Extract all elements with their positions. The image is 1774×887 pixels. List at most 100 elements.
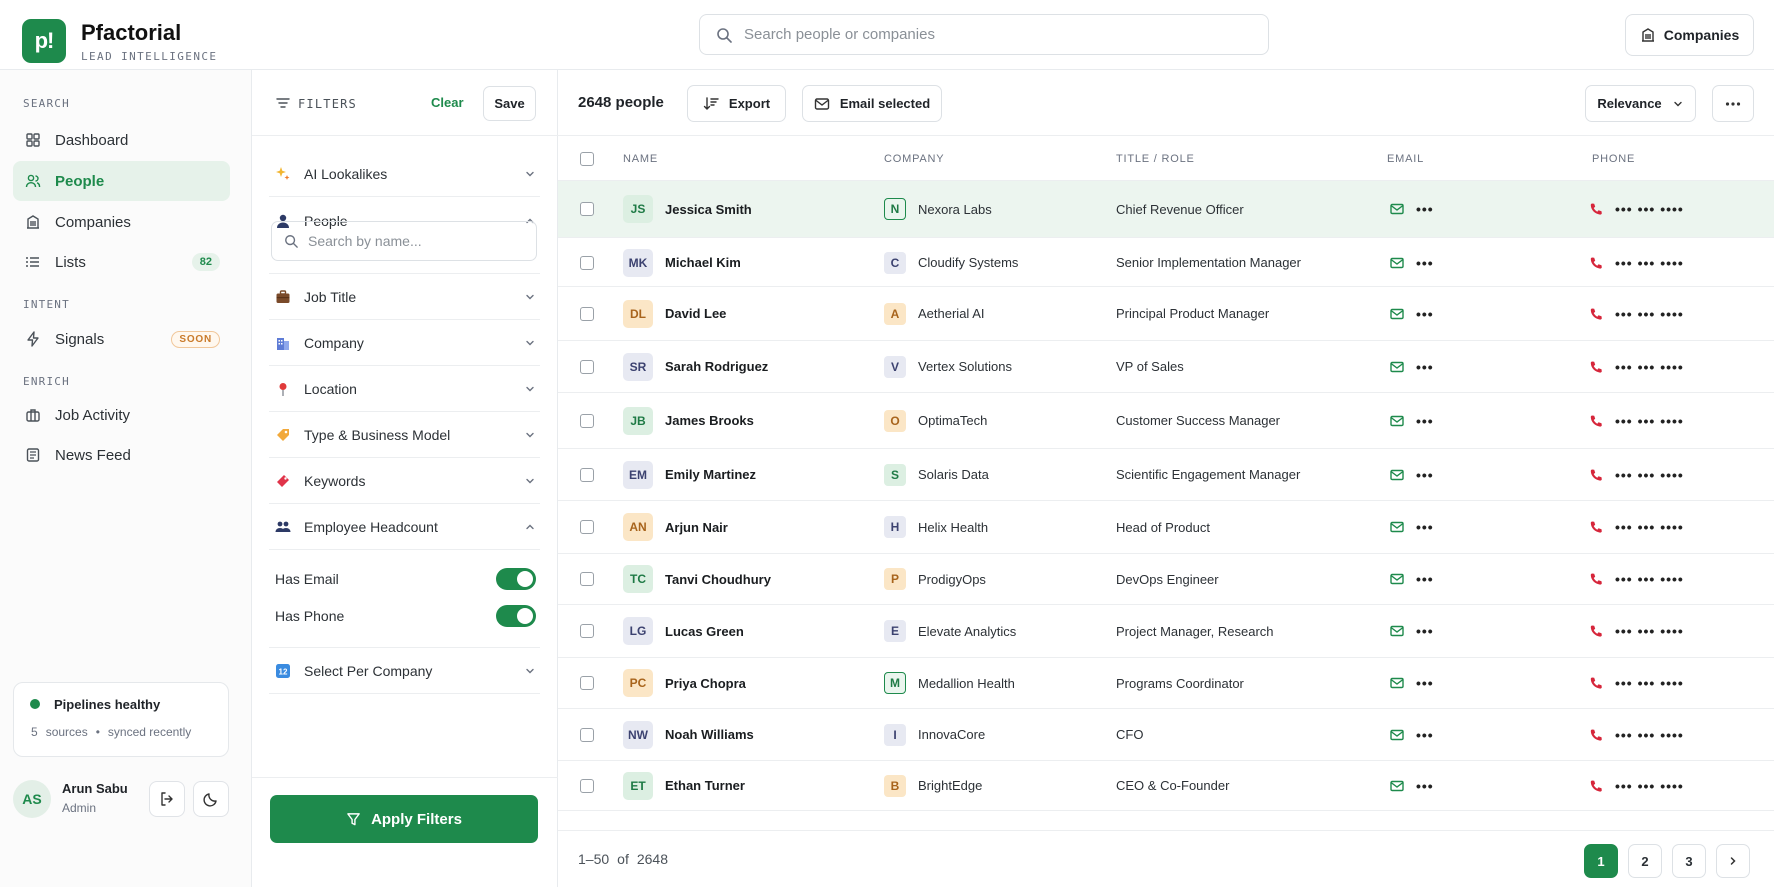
sidebar-item-news-feed[interactable]: News Feed — [13, 435, 230, 475]
sort-dropdown[interactable]: Relevance — [1585, 85, 1696, 122]
has-phone-toggle[interactable] — [496, 605, 536, 627]
table-row[interactable]: PC Priya Chopra M Medallion Health Programs … — [558, 658, 1774, 709]
filter-company[interactable]: Company — [269, 320, 540, 366]
name-search-field[interactable] — [271, 221, 537, 261]
company-cell[interactable]: H Helix Health — [884, 501, 988, 553]
company-name[interactable]: Cloudify Systems — [918, 255, 1018, 270]
sidebar-item-companies[interactable]: Companies — [13, 202, 230, 242]
has-email-toggle[interactable] — [496, 568, 536, 590]
person-name[interactable]: Lucas Green — [665, 624, 744, 639]
person-cell[interactable]: JB James Brooks — [623, 393, 754, 448]
row-checkbox[interactable] — [580, 341, 594, 392]
person-cell[interactable]: TC Tanvi Choudhury — [623, 554, 771, 604]
company-cell[interactable]: M Medallion Health — [884, 658, 1015, 708]
email-cell[interactable]: ••• — [1390, 449, 1434, 500]
filter-ai-lookalikes[interactable]: AI Lookalikes — [269, 151, 540, 197]
row-checkbox[interactable] — [580, 393, 594, 448]
company-name[interactable]: Medallion Health — [918, 676, 1015, 691]
person-cell[interactable]: ET Ethan Turner — [623, 761, 745, 810]
email-cell[interactable]: ••• — [1390, 287, 1434, 340]
person-cell[interactable]: JS Jessica Smith — [623, 181, 752, 237]
global-search[interactable] — [699, 14, 1269, 55]
email-cell[interactable]: ••• — [1390, 501, 1434, 553]
row-checkbox[interactable] — [580, 761, 594, 810]
email-cell[interactable]: ••• — [1390, 605, 1434, 657]
company-cell[interactable]: C Cloudify Systems — [884, 239, 1018, 286]
person-cell[interactable]: LG Lucas Green — [623, 605, 744, 657]
person-name[interactable]: Priya Chopra — [665, 676, 746, 691]
person-cell[interactable]: PC Priya Chopra — [623, 658, 746, 708]
person-cell[interactable]: NW Noah Williams — [623, 709, 754, 760]
table-row[interactable]: AN Arjun Nair H Helix Health Head of Product… — [558, 501, 1774, 554]
person-cell[interactable]: MK Michael Kim — [623, 239, 741, 286]
table-row[interactable]: EM Emily Martinez S Solaris Data Scientific … — [558, 449, 1774, 501]
company-cell[interactable]: A Aetherial AI — [884, 287, 985, 340]
row-checkbox[interactable] — [580, 501, 594, 553]
theme-toggle-button[interactable] — [193, 781, 229, 817]
person-cell[interactable]: AN Arjun Nair — [623, 501, 728, 553]
sidebar-item-job-activity[interactable]: Job Activity — [13, 395, 230, 435]
person-name[interactable]: David Lee — [665, 306, 726, 321]
person-name[interactable]: Ethan Turner — [665, 778, 745, 793]
brand-logo[interactable]: p! — [22, 19, 66, 63]
table-row[interactable]: JS Jessica Smith N Nexora Labs Chief Revenue… — [558, 181, 1774, 238]
person-name[interactable]: Noah Williams — [665, 727, 754, 742]
table-row[interactable]: LG Lucas Green E Elevate Analytics Project M… — [558, 605, 1774, 658]
company-name[interactable]: BrightEdge — [918, 778, 982, 793]
sidebar-item-people[interactable]: People — [13, 161, 230, 201]
clear-filters-button[interactable]: Clear — [431, 95, 464, 110]
company-cell[interactable]: V Vertex Solutions — [884, 341, 1012, 392]
row-checkbox[interactable] — [580, 709, 594, 760]
export-button[interactable]: Export — [687, 85, 786, 122]
search-input[interactable] — [744, 26, 1244, 43]
company-cell[interactable]: B BrightEdge — [884, 761, 982, 810]
company-name[interactable]: Solaris Data — [918, 467, 989, 482]
company-name[interactable]: Nexora Labs — [918, 202, 992, 217]
column-header-title[interactable]: TITLE / ROLE — [1116, 136, 1195, 181]
page-button-3[interactable]: 3 — [1672, 844, 1706, 878]
company-cell[interactable]: O OptimaTech — [884, 393, 987, 448]
email-cell[interactable]: ••• — [1390, 554, 1434, 604]
page-button-1[interactable]: 1 — [1584, 844, 1618, 878]
phone-cell[interactable]: ••• ••• •••• — [1589, 554, 1684, 604]
company-name[interactable]: Vertex Solutions — [918, 359, 1012, 374]
column-header-name[interactable]: NAME — [623, 136, 658, 181]
person-name[interactable]: Tanvi Choudhury — [665, 572, 771, 587]
email-selected-button[interactable]: Email selected — [802, 85, 942, 122]
company-cell[interactable]: P ProdigyOps — [884, 554, 986, 604]
row-checkbox[interactable] — [580, 181, 594, 237]
page-button-2[interactable]: 2 — [1628, 844, 1662, 878]
table-row[interactable]: NW Noah Williams I InnovaCore CFO ••• ••• ••• … — [558, 709, 1774, 761]
logout-button[interactable] — [149, 781, 185, 817]
email-cell[interactable]: ••• — [1390, 181, 1434, 237]
phone-cell[interactable]: ••• ••• •••• — [1589, 239, 1684, 286]
company-cell[interactable]: S Solaris Data — [884, 449, 989, 500]
sidebar-item-lists[interactable]: Lists 82 — [13, 242, 230, 282]
email-cell[interactable]: ••• — [1390, 709, 1434, 760]
company-name[interactable]: ProdigyOps — [918, 572, 986, 587]
row-checkbox[interactable] — [580, 605, 594, 657]
phone-cell[interactable]: ••• ••• •••• — [1589, 501, 1684, 553]
filter-select-per-company[interactable]: 12 Select Per Company — [269, 648, 540, 694]
company-name[interactable]: Aetherial AI — [918, 306, 985, 321]
companies-button[interactable]: Companies — [1625, 14, 1754, 56]
table-row[interactable]: MK Michael Kim C Cloudify Systems Senior Imp… — [558, 239, 1774, 287]
sidebar-item-dashboard[interactable]: Dashboard — [13, 120, 230, 160]
filter-location[interactable]: Location — [269, 366, 540, 412]
select-all-checkbox[interactable] — [580, 136, 594, 181]
company-cell[interactable]: I InnovaCore — [884, 709, 985, 760]
person-cell[interactable]: EM Emily Martinez — [623, 449, 756, 500]
phone-cell[interactable]: ••• ••• •••• — [1589, 709, 1684, 760]
company-name[interactable]: Helix Health — [918, 520, 988, 535]
column-header-phone[interactable]: PHONE — [1592, 136, 1635, 181]
phone-cell[interactable]: ••• ••• •••• — [1589, 181, 1684, 237]
person-name[interactable]: Michael Kim — [665, 255, 741, 270]
column-header-email[interactable]: EMAIL — [1387, 136, 1424, 181]
company-name[interactable]: OptimaTech — [918, 413, 987, 428]
person-name[interactable]: James Brooks — [665, 413, 754, 428]
person-name[interactable]: Sarah Rodriguez — [665, 359, 768, 374]
phone-cell[interactable]: ••• ••• •••• — [1589, 761, 1684, 810]
person-cell[interactable]: SR Sarah Rodriguez — [623, 341, 768, 392]
row-checkbox[interactable] — [580, 287, 594, 340]
filter-job-title[interactable]: Job Title — [269, 274, 540, 320]
